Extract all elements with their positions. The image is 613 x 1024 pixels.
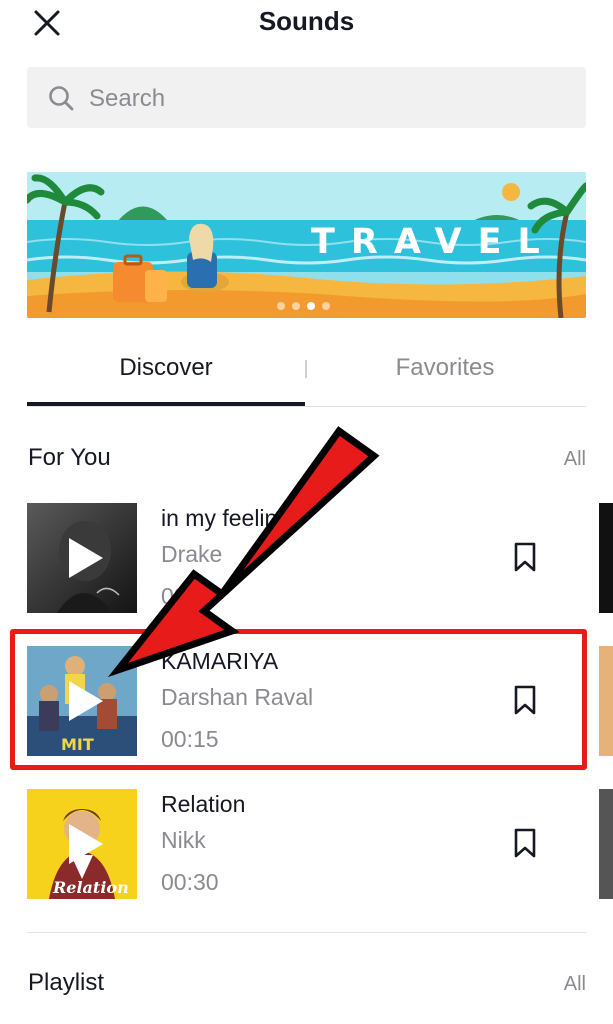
carousel-dot-active[interactable]: [307, 302, 315, 310]
song-title: Relation: [161, 791, 246, 817]
tab-favorites[interactable]: Favorites: [306, 340, 584, 404]
for-you-all-link[interactable]: All: [564, 448, 586, 471]
next-card-edge: [599, 789, 613, 899]
carousel-dots: [277, 302, 330, 310]
song-row[interactable]: in my feelings Drake 00:30: [0, 503, 613, 633]
search-input[interactable]: [87, 67, 561, 130]
carousel-dot[interactable]: [292, 302, 300, 310]
carousel-dot[interactable]: [277, 302, 285, 310]
tab-discover[interactable]: Discover: [27, 340, 305, 404]
song-duration: 00:30: [161, 869, 219, 895]
search-icon: [49, 86, 74, 111]
next-card-edge: [599, 503, 613, 613]
tabs-divider: [27, 406, 586, 407]
song-artist: Nikk: [161, 827, 206, 853]
playlist-all-link[interactable]: All: [564, 973, 586, 996]
bookmark-icon[interactable]: [511, 827, 539, 859]
song-title: in my feelings: [161, 505, 302, 531]
carousel-dot[interactable]: [322, 302, 330, 310]
song-cover[interactable]: Relation: [27, 789, 137, 899]
play-icon[interactable]: [27, 503, 137, 613]
page-title: Sounds: [258, 6, 355, 36]
section-title-playlist: Playlist: [28, 969, 105, 996]
travel-banner[interactable]: TRAVEL: [27, 172, 586, 318]
search-bar[interactable]: [27, 67, 586, 130]
song-artist: Drake: [161, 541, 223, 567]
song-row[interactable]: Relation Relation Nikk 00:30: [0, 789, 613, 919]
play-icon[interactable]: [27, 789, 137, 899]
section-title-for-you: For You: [28, 444, 111, 471]
annotation-highlight-box: [10, 629, 587, 770]
section-divider: [27, 932, 586, 933]
song-cover[interactable]: [27, 503, 137, 613]
next-card-edge: [599, 646, 613, 756]
bookmark-icon[interactable]: [511, 541, 539, 573]
banner-title: TRAVEL: [311, 222, 556, 262]
song-duration: 00:30: [161, 583, 219, 609]
